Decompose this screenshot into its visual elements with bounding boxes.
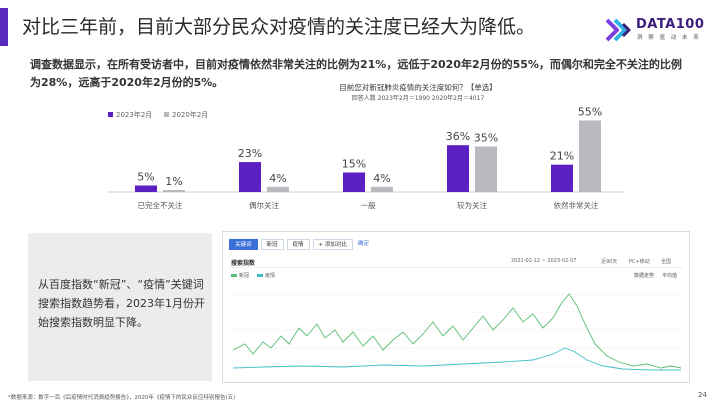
bar-label-2020-0: 1% [165, 175, 182, 188]
logo-tagline: 洞 察 驱 动 未 来 [637, 35, 701, 41]
bar-label-2020-3: 35% [474, 132, 498, 145]
bar-label-2020-1: 4% [269, 172, 286, 185]
legend-label-2020: 2020年2月 [172, 110, 208, 119]
logo-name: DATA100 [636, 17, 705, 32]
bar-2023-3 [447, 145, 469, 192]
legend-swatch-2023 [108, 112, 113, 117]
bar-label-2023-1: 23% [238, 147, 262, 160]
bar-2020-0 [163, 190, 185, 192]
slide: 对比三年前，目前大部分民众对疫情的关注度已经大为降低。 DATA100 洞 察 … [0, 0, 720, 405]
title-accent-bar [0, 8, 8, 46]
category-label-3: 较为关注 [457, 200, 487, 210]
trend-line-xinguan [232, 293, 682, 369]
bar-label-2020-2: 4% [373, 172, 390, 185]
baidu-index-screenshot: 关键词 新冠 疫情 + 添加对比 确定 搜索指数 2022-02-12 ~ 20… [222, 231, 690, 383]
bar-label-2023-2: 15% [342, 158, 366, 171]
bar-2023-4 [551, 164, 573, 192]
insight-text: 从百度指数“新冠”、“疫情”关键词搜索指数趋势看，2023年1月份开始搜索指数明… [38, 278, 205, 329]
bar-label-2023-4: 21% [550, 150, 574, 163]
bar-2020-3 [475, 146, 497, 192]
insight-panel: 从百度指数“新冠”、“疫情”关键词搜索指数趋势看，2023年1月份开始搜索指数明… [28, 233, 212, 381]
logo-mark-icon [605, 18, 631, 42]
bar-label-2020-4: 55% [578, 106, 602, 119]
bar-label-2023-0: 5% [137, 171, 154, 184]
legend-swatch-2020 [164, 112, 169, 117]
page-number: 24 [698, 391, 707, 399]
footnote: *数据来源：数字一百《后疫情时代消费趋势报告》，2020年《疫情下的民众反应特别… [8, 395, 236, 401]
bar-chart: 目前您对新冠肺炎疫情的关注度如何？【单选】回答人数 2023年2月＝1990 2… [108, 82, 624, 210]
legend-label-2023: 2023年2月 [116, 110, 152, 119]
category-label-2: 一般 [361, 200, 376, 210]
bar-label-2023-3: 36% [446, 130, 470, 143]
chart-title: 目前您对新冠肺炎疫情的关注度如何？【单选】 [339, 82, 497, 92]
bar-2020-2 [371, 186, 393, 192]
category-label-0: 已完全不关注 [138, 200, 183, 210]
bar-2023-0 [135, 185, 157, 192]
trend-chart [232, 293, 682, 371]
slide-title: 对比三年前，目前大部分民众对疫情的关注度已经大为降低。 [22, 16, 536, 38]
bar-2023-1 [239, 162, 261, 192]
chart-subtitle: 回答人数 2023年2月＝1990 2020年2月＝4017 [352, 94, 485, 102]
brand-logo: DATA100 洞 察 驱 动 未 来 [604, 16, 714, 44]
category-label-1: 偶尔关注 [249, 200, 279, 210]
bar-2020-1 [267, 186, 289, 192]
bar-2023-2 [343, 172, 365, 192]
category-label-4: 依然非常关注 [554, 200, 599, 210]
bar-2020-4 [579, 120, 601, 192]
